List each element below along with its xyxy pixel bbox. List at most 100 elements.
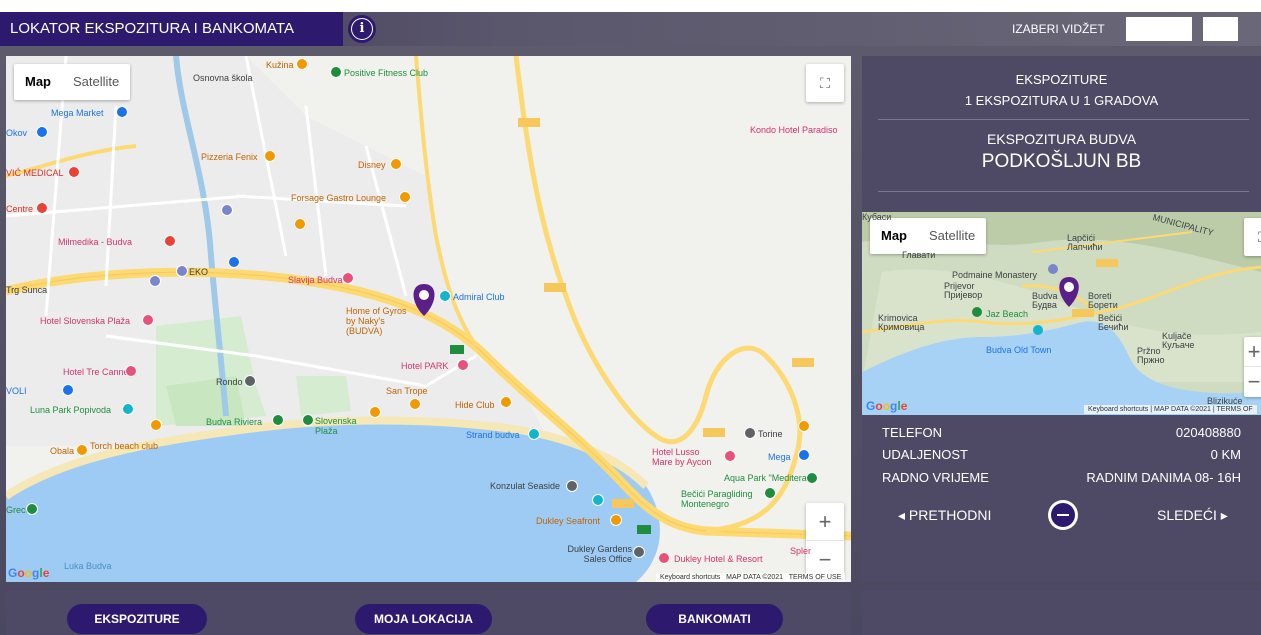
label-centre[interactable]: Centre xyxy=(6,204,33,214)
park-icon[interactable] xyxy=(272,414,284,426)
label-osnovna-skola[interactable]: Osnovna škola xyxy=(193,73,253,83)
place-icon[interactable] xyxy=(221,204,233,216)
park-icon[interactable] xyxy=(764,487,776,499)
label-rondo[interactable]: Rondo xyxy=(216,377,243,387)
label-spler[interactable]: Spler xyxy=(790,546,811,556)
label-eko[interactable]: EKO xyxy=(189,267,208,277)
next-button[interactable]: SLEDEĆI ▸ xyxy=(1157,507,1228,524)
label-konzulat[interactable]: Konzulat Seaside xyxy=(490,481,560,491)
hospital-icon[interactable] xyxy=(36,202,48,214)
main-terms-link[interactable]: TERMS OF USE xyxy=(789,574,842,581)
hotel-icon[interactable] xyxy=(457,359,469,371)
label-pizzeria-fenix[interactable]: Pizzeria Fenix xyxy=(201,152,258,162)
entertainment-icon[interactable] xyxy=(122,403,134,415)
hospital-icon[interactable] xyxy=(68,166,80,178)
entertainment-icon[interactable] xyxy=(592,494,604,506)
bar-icon[interactable] xyxy=(409,398,421,410)
park-icon[interactable] xyxy=(806,472,818,484)
label-dukley-hotel[interactable]: Dukley Hotel & Resort xyxy=(674,554,763,564)
bar-icon[interactable] xyxy=(500,396,512,408)
place-icon[interactable] xyxy=(244,375,256,387)
mini-zoom-in-button[interactable]: + xyxy=(1244,337,1261,367)
label-dukley-gardens[interactable]: Dukley Gardens Sales Office xyxy=(556,544,632,564)
label-kuzina[interactable]: Kužina xyxy=(266,60,294,70)
entertainment-icon[interactable] xyxy=(528,428,540,440)
branches-button[interactable]: EKSPOZITURE xyxy=(67,604,207,634)
label-slovenska-plaza[interactable]: Slovenska Plaža xyxy=(315,416,365,436)
bar-icon[interactable] xyxy=(76,444,88,456)
label-dukley-seafront[interactable]: Dukley Seafront xyxy=(536,516,600,526)
main-zoom-in-button[interactable]: + xyxy=(806,503,844,541)
label-san-trope[interactable]: San Trope xyxy=(386,386,428,396)
main-map[interactable]: Map Satellite ⛶ + − Google Keyboard shor… xyxy=(6,56,851,582)
bar-icon[interactable] xyxy=(150,419,162,431)
label-aqua-park[interactable]: Aqua Park "Mediteran" xyxy=(724,473,815,483)
my-location-button[interactable]: MOJA LOKACIJA xyxy=(355,604,492,634)
mini-satellite-tab[interactable]: Satellite xyxy=(918,218,986,254)
mini-fullscreen-icon[interactable]: ⛶ xyxy=(1244,218,1261,256)
restaurant-icon[interactable] xyxy=(264,150,276,162)
mini-label-budva-old-town[interactable]: Budva Old Town xyxy=(986,345,1051,355)
hospital-icon[interactable] xyxy=(164,235,176,247)
entertainment-icon[interactable] xyxy=(439,290,451,302)
mini-label-podmaine[interactable]: Podmaine Monastery xyxy=(952,270,1037,280)
label-positive-fitness[interactable]: Positive Fitness Club xyxy=(344,68,428,78)
main-attribution[interactable]: Keyboard shortcuts MAP DATA ©2021 TERMS … xyxy=(656,573,846,582)
label-hide-club[interactable]: Hide Club xyxy=(455,400,495,410)
mini-attribution[interactable]: Keyboard shortcuts | MAP DATA ©2021 | TE… xyxy=(1084,405,1257,414)
label-vic-medical[interactable]: VIĆ MEDICAL xyxy=(6,168,64,178)
restaurant-icon[interactable] xyxy=(399,191,411,203)
label-mega-market[interactable]: Mega Market xyxy=(51,108,104,118)
gas-station-icon[interactable] xyxy=(176,265,188,277)
shopping-icon[interactable] xyxy=(228,256,240,268)
label-voli[interactable]: VOLI xyxy=(6,386,27,396)
place-icon[interactable] xyxy=(633,546,645,558)
shopping-icon[interactable] xyxy=(798,449,810,461)
hotel-icon[interactable] xyxy=(342,272,354,284)
label-hotel-lusso[interactable]: Hotel Lusso Mare by Aycon xyxy=(652,447,722,467)
label-torch[interactable]: Torch beach club xyxy=(90,441,158,451)
label-budva-riviera[interactable]: Budva Riviera xyxy=(206,417,262,427)
label-luna-park[interactable]: Luna Park Popivoda xyxy=(30,405,111,415)
label-slovenska-plaza-hotel[interactable]: Hotel Slovenska Plaža xyxy=(40,316,130,326)
mini-map-tab[interactable]: Map xyxy=(870,218,918,254)
restaurant-icon[interactable] xyxy=(296,58,308,70)
label-mega[interactable]: Mega xyxy=(768,452,791,462)
shopping-icon[interactable] xyxy=(36,126,48,138)
place-icon[interactable] xyxy=(744,427,756,439)
phone-value[interactable]: 020408880 xyxy=(1176,425,1241,445)
info-icon[interactable]: i xyxy=(348,15,376,43)
label-forsage[interactable]: Forsage Gastro Lounge xyxy=(291,193,386,203)
bar-icon[interactable] xyxy=(798,420,810,432)
park-icon[interactable] xyxy=(330,66,342,78)
hotel-icon[interactable] xyxy=(142,314,154,326)
place-icon[interactable] xyxy=(566,480,578,492)
shopping-icon[interactable] xyxy=(62,384,74,396)
parking-icon[interactable] xyxy=(149,275,161,287)
mini-map[interactable]: Map Satellite ⛶ + − Google Keyboard shor… xyxy=(862,212,1261,415)
mini-terms-link[interactable]: TERMS OF xyxy=(1217,406,1253,413)
mini-keyboard-shortcuts-link[interactable]: Keyboard shortcuts xyxy=(1088,406,1148,413)
label-obala[interactable]: Obala xyxy=(50,446,74,456)
hotel-icon[interactable] xyxy=(658,552,670,564)
label-kondo-hotel[interactable]: Kondo Hotel Paradiso xyxy=(750,125,838,135)
bar-icon[interactable] xyxy=(610,514,622,526)
park-icon[interactable] xyxy=(302,414,314,426)
bar-icon[interactable] xyxy=(369,406,381,418)
label-okov[interactable]: Okov xyxy=(6,128,27,138)
main-satellite-tab[interactable]: Satellite xyxy=(62,64,130,100)
label-disney[interactable]: Disney xyxy=(358,160,386,170)
mini-zoom-out-button[interactable]: − xyxy=(1244,367,1261,397)
collapse-minus-icon[interactable] xyxy=(1048,500,1078,530)
label-hotel-park[interactable]: Hotel PARK xyxy=(401,361,448,371)
label-torine[interactable]: Torine xyxy=(758,429,783,439)
widget-select-primary[interactable] xyxy=(1126,17,1192,41)
restaurant-icon[interactable] xyxy=(390,158,402,170)
label-tre-canne[interactable]: Hotel Tre Canne xyxy=(63,367,129,377)
shopping-icon[interactable] xyxy=(116,106,128,118)
restaurant-icon[interactable] xyxy=(294,218,306,230)
hotel-icon[interactable] xyxy=(125,365,137,377)
label-trg-sunca[interactable]: Trg Sunca xyxy=(6,285,47,295)
main-map-tab[interactable]: Map xyxy=(14,64,62,100)
mini-label-jaz-beach[interactable]: Jaz Beach xyxy=(986,309,1028,319)
